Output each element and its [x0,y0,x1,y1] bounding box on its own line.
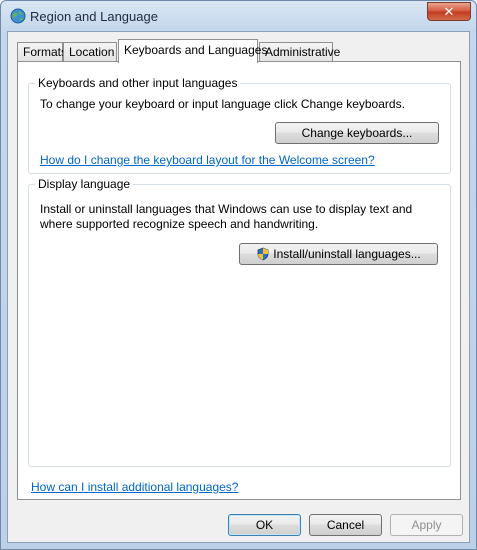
display-description-line1: Install or uninstall languages that Wind… [40,202,413,216]
tab-panel: Keyboards and other input languages To c… [17,61,461,500]
close-icon: ✕ [443,4,455,19]
ok-button[interactable]: OK [228,514,301,536]
title-bar[interactable]: Region and Language ✕ [1,1,476,31]
globe-icon [10,8,26,24]
dialog-client-area: Formats Location Keyboards and Languages… [7,31,470,543]
install-uninstall-languages-label: Install/uninstall languages... [273,247,421,261]
change-keyboards-button[interactable]: Change keyboards... [275,122,439,144]
welcome-screen-help-link[interactable]: How do I change the keyboard layout for … [40,153,375,167]
keyboards-group-title: Keyboards and other input languages [35,76,241,90]
tab-formats[interactable]: Formats [17,42,67,62]
close-button[interactable]: ✕ [427,2,471,21]
window-title: Region and Language [30,9,158,24]
display-language-group-title: Display language [35,177,134,191]
install-uninstall-languages-button[interactable]: Install/uninstall languages... [239,243,438,265]
apply-button[interactable]: Apply [390,514,463,536]
tab-location[interactable]: Location [63,42,117,62]
display-language-group: Display language Install or uninstall la… [28,177,451,467]
uac-shield-icon [256,247,270,267]
tab-administrative[interactable]: Administrative [259,42,340,62]
cancel-button[interactable]: Cancel [309,514,382,536]
keyboards-description: To change your keyboard or input languag… [40,97,405,111]
install-additional-languages-link[interactable]: How can I install additional languages? [31,480,238,494]
keyboards-group: Keyboards and other input languages To c… [28,76,451,174]
tab-keyboards-and-languages[interactable]: Keyboards and Languages [118,39,267,63]
display-description-line2: where supported recognize speech and han… [40,217,319,231]
region-and-language-window: Region and Language ✕ Formats Location K… [0,0,477,550]
